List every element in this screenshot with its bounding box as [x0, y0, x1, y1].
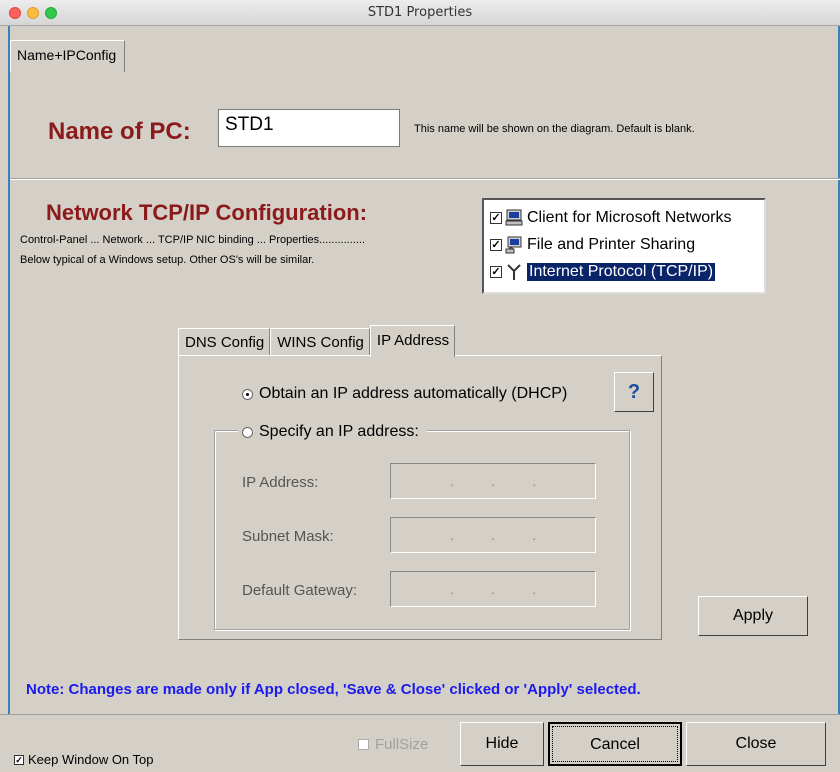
octet-dot: .	[532, 527, 537, 543]
fullsize-checkbox	[358, 739, 369, 750]
octet-dot: .	[449, 581, 454, 597]
network-instructions-line1: Control-Panel ... Network ... TCP/IP NIC…	[20, 234, 366, 246]
changes-note: Note: Changes are made only if App close…	[26, 681, 641, 698]
keep-on-top-option[interactable]: ✓ Keep Window On Top	[14, 752, 154, 767]
specify-ip-label: Specify an IP address:	[259, 423, 419, 440]
octet-dot: .	[491, 473, 495, 489]
subnet-mask-label: Subnet Mask:	[242, 528, 334, 545]
component-label: Internet Protocol (TCP/IP)	[527, 262, 716, 281]
cancel-button[interactable]: Cancel	[548, 722, 682, 766]
specify-ip-option[interactable]: Specify an IP address:	[238, 423, 427, 441]
octet-dot: .	[532, 473, 537, 489]
pc-name-hint: This name will be shown on the diagram. …	[414, 123, 695, 135]
checkbox[interactable]: ✓	[490, 238, 502, 251]
list-item[interactable]: ✓ File and Printer Sharing	[490, 231, 764, 258]
list-item[interactable]: ✓ Internet Protocol (TCP/IP)	[490, 258, 764, 285]
default-gateway-field[interactable]: . . .	[390, 571, 596, 607]
close-button[interactable]: Close	[686, 722, 826, 766]
network-instructions-line2: Below typical of a Windows setup. Other …	[20, 254, 315, 266]
tab-wins-config[interactable]: WINS Config	[270, 328, 370, 356]
dhcp-option[interactable]: Obtain an IP address automatically (DHCP…	[242, 385, 567, 403]
ip-config-tabs: DNS Config WINS Config IP Address	[178, 325, 456, 357]
subnet-mask-field[interactable]: . . .	[390, 517, 596, 553]
specify-ip-radio[interactable]	[242, 426, 253, 438]
help-button[interactable]: ?	[614, 372, 654, 412]
apply-button[interactable]: Apply	[698, 596, 808, 636]
protocol-icon	[507, 263, 521, 280]
network-components-list: ✓ Client for Microsoft Networks ✓ File a…	[482, 198, 766, 294]
octet-dot: .	[532, 581, 537, 597]
network-heading: Network TCP/IP Configuration:	[46, 200, 368, 225]
dhcp-radio[interactable]	[242, 388, 253, 400]
network-client-icon	[505, 209, 523, 225]
window-title: STD1 Properties	[367, 5, 473, 20]
pc-name-input[interactable]: STD1	[218, 109, 400, 147]
fullsize-label: FullSize	[375, 736, 429, 753]
checkbox[interactable]: ✓	[490, 211, 502, 224]
ip-address-field[interactable]: . . .	[390, 463, 596, 499]
title-bar[interactable]: STD1 Properties	[0, 0, 840, 26]
component-label: File and Printer Sharing	[527, 235, 696, 253]
default-gateway-label: Default Gateway:	[242, 582, 358, 599]
fullsize-option: FullSize	[358, 736, 428, 753]
ip-address-label: IP Address:	[242, 474, 319, 491]
tab-dns-config[interactable]: DNS Config	[178, 328, 271, 356]
keep-on-top-label: Keep Window On Top	[28, 752, 154, 767]
octet-dot: .	[491, 527, 495, 543]
dhcp-label: Obtain an IP address automatically (DHCP…	[259, 385, 568, 402]
section-divider	[10, 178, 840, 180]
octet-dot: .	[491, 581, 495, 597]
octet-dot: .	[449, 527, 454, 543]
component-label: Client for Microsoft Networks	[527, 208, 732, 226]
keep-on-top-checkbox[interactable]: ✓	[14, 754, 24, 765]
list-item[interactable]: ✓ Client for Microsoft Networks	[490, 204, 764, 231]
pc-name-label: Name of PC:	[48, 118, 191, 145]
checkbox[interactable]: ✓	[490, 265, 502, 278]
hide-button[interactable]: Hide	[460, 722, 544, 766]
file-printer-sharing-icon	[505, 236, 522, 253]
octet-dot: .	[449, 473, 454, 489]
properties-window: STD1 Properties Name+IPConfig Name of PC…	[0, 0, 840, 772]
tab-name-ipconfig[interactable]: Name+IPConfig	[10, 40, 126, 72]
tab-ip-address[interactable]: IP Address	[369, 325, 456, 357]
